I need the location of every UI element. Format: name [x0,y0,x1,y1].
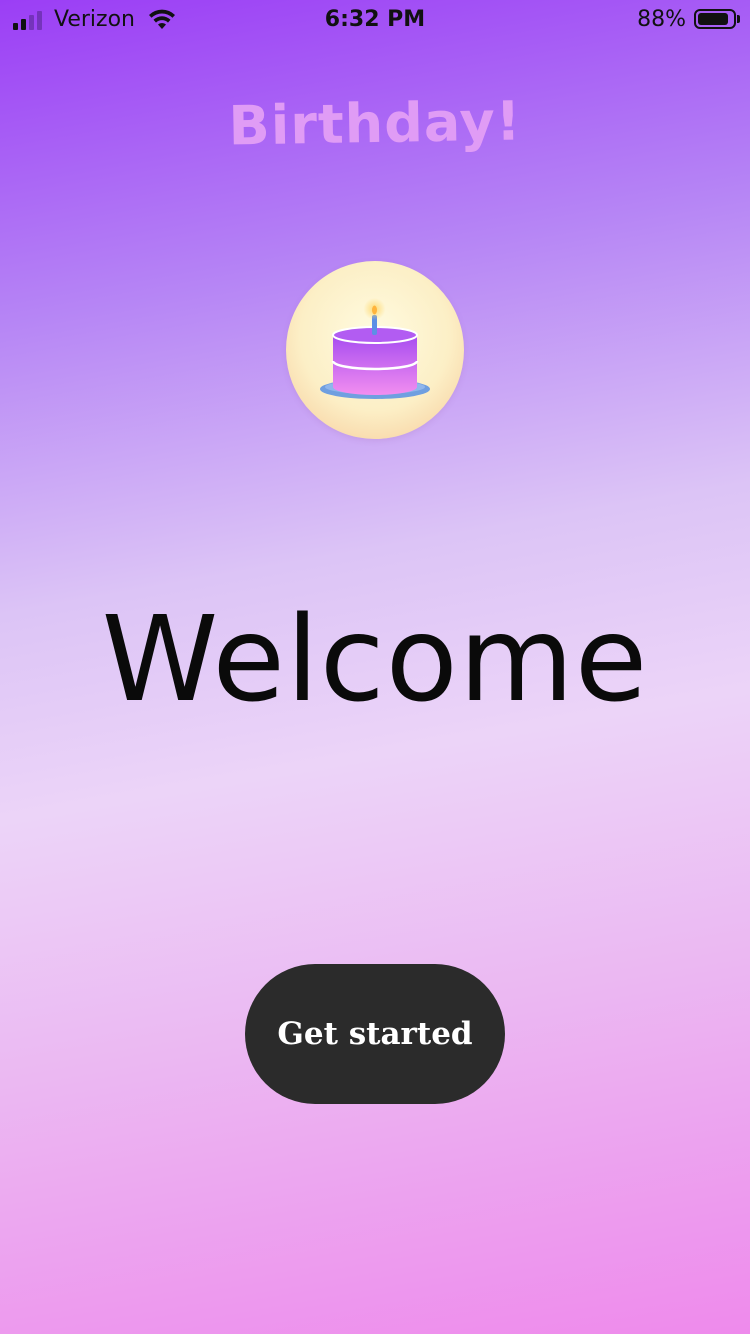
battery-cap [737,15,740,23]
status-bar: Verizon 6:32 PM 88% [0,0,750,40]
battery-icon [694,9,736,29]
battery-fill [698,13,728,25]
birthday-cake-icon [286,261,464,439]
battery-percentage: 88% [637,7,686,32]
welcome-heading: Welcome [101,590,649,728]
get-started-button[interactable]: Get started [245,964,505,1104]
app-title: Birthday! [228,89,522,158]
